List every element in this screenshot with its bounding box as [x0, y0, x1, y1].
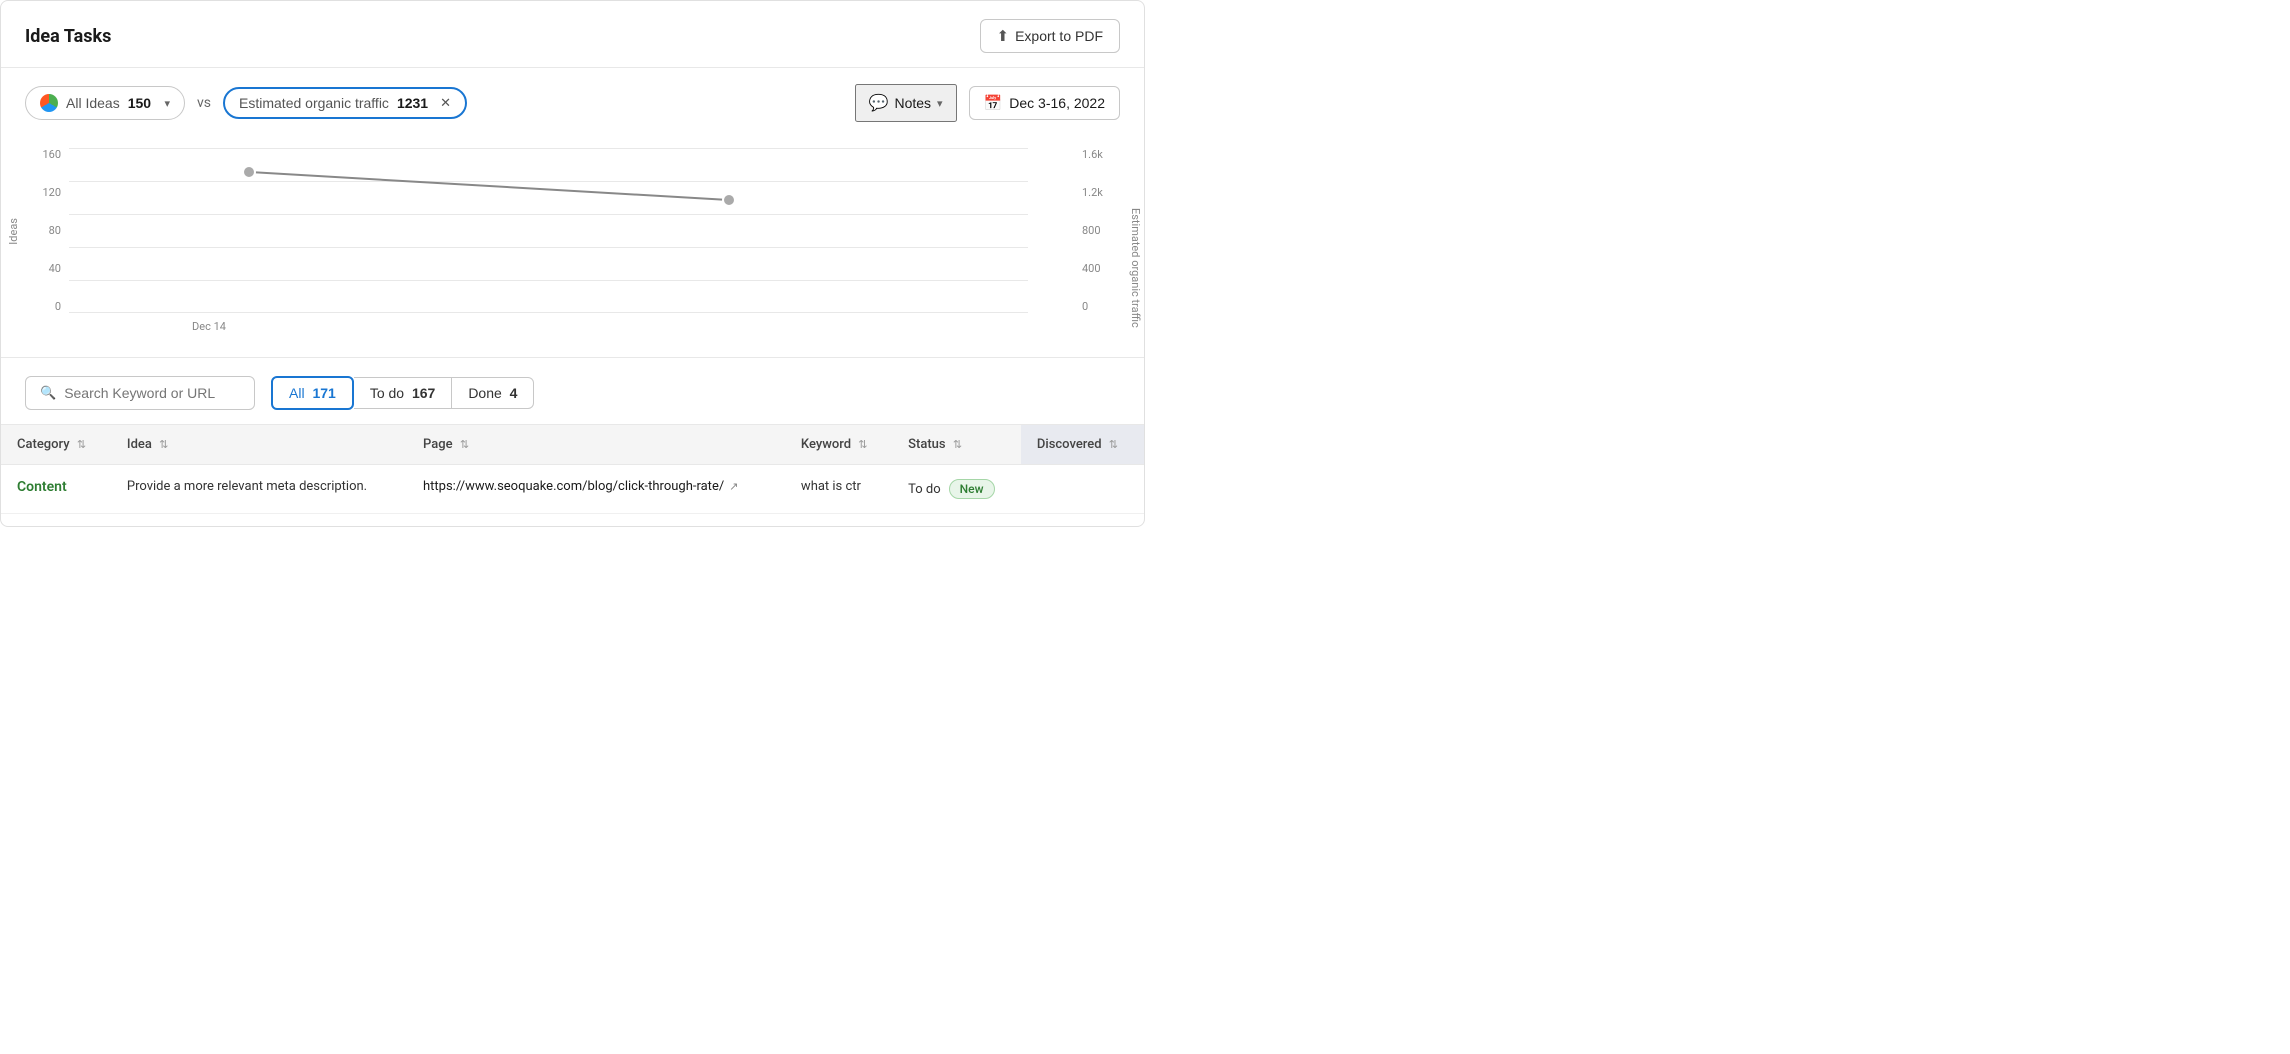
table-wrap: Category ⇅ Idea ⇅ Page ⇅ Keyword ⇅ Statu…: [1, 424, 1144, 514]
sort-icon-status: ⇅: [953, 438, 962, 451]
y-tick-80: 80: [49, 224, 61, 237]
export-label: Export to PDF: [1015, 28, 1103, 44]
col-discovered[interactable]: Discovered ⇅: [1021, 425, 1144, 465]
all-ideas-label: All Ideas: [66, 95, 120, 111]
search-box[interactable]: 🔍: [25, 376, 255, 410]
organic-axis-label: Estimated organic traffic: [1129, 208, 1142, 328]
tab-all-label: All: [289, 385, 305, 401]
semrush-icon: [40, 94, 58, 112]
cell-category: Content: [1, 465, 111, 514]
tab-todo-label: To do: [370, 385, 404, 401]
tab-done-label: Done: [468, 385, 501, 401]
sort-icon-idea: ⇅: [159, 438, 168, 451]
y-right-tick-16k: 1.6k: [1082, 148, 1103, 161]
notes-button[interactable]: 💬 Notes ▾: [855, 84, 957, 122]
ideas-axis-label: Ideas: [7, 218, 20, 245]
cell-keyword: what is ctr: [785, 465, 892, 514]
tab-done-count: 4: [510, 385, 518, 401]
col-idea[interactable]: Idea ⇅: [111, 425, 407, 465]
sort-icon-category: ⇅: [77, 438, 86, 451]
close-icon[interactable]: ✕: [440, 95, 451, 111]
status-text: To do: [908, 482, 941, 497]
page-title: Idea Tasks: [25, 26, 111, 47]
col-status[interactable]: Status ⇅: [892, 425, 1021, 465]
page-link[interactable]: https://www.seoquake.com/blog/click-thro…: [423, 479, 769, 494]
col-category[interactable]: Category ⇅: [1, 425, 111, 465]
y-tick-0: 0: [55, 300, 61, 313]
export-button[interactable]: ⬆ Export to PDF: [980, 19, 1121, 53]
y-tick-40: 40: [49, 262, 61, 275]
x-label-dec14: Dec 14: [99, 320, 319, 333]
y-tick-160: 160: [42, 148, 61, 161]
cell-discovered: [1021, 465, 1144, 514]
y-right-tick-800: 800: [1082, 224, 1101, 237]
sort-icon-keyword: ⇅: [858, 438, 867, 451]
date-label: Dec 3-16, 2022: [1009, 95, 1105, 111]
chevron-down-icon: ▾: [164, 97, 170, 110]
notes-icon: 💬: [869, 93, 889, 113]
filters-row: 🔍 All 171 To do 167 Done 4: [1, 358, 1144, 424]
category-content-label: Content: [17, 479, 67, 495]
organic-count: 1231: [397, 95, 428, 111]
col-keyword[interactable]: Keyword ⇅: [785, 425, 892, 465]
sort-icon-page: ⇅: [460, 438, 469, 451]
tab-todo[interactable]: To do 167: [354, 377, 453, 409]
col-page[interactable]: Page ⇅: [407, 425, 785, 465]
cell-page: https://www.seoquake.com/blog/click-thro…: [407, 465, 785, 514]
tab-group: All 171 To do 167 Done 4: [271, 376, 534, 410]
organic-traffic-button[interactable]: Estimated organic traffic 1231 ✕: [223, 87, 467, 119]
cell-status: To do New: [892, 465, 1021, 514]
y-right-tick-400: 400: [1082, 262, 1101, 275]
search-input[interactable]: [64, 385, 224, 401]
notes-chevron-icon: ▾: [937, 97, 943, 110]
export-icon: ⬆: [997, 27, 1010, 45]
sort-icon-discovered: ⇅: [1109, 438, 1118, 451]
tab-todo-count: 167: [412, 385, 435, 401]
y-tick-120: 120: [42, 186, 61, 199]
tab-all[interactable]: All 171: [271, 376, 354, 410]
tab-done[interactable]: Done 4: [452, 377, 534, 409]
search-icon: 🔍: [40, 386, 56, 401]
all-ideas-dropdown[interactable]: All Ideas 150 ▾: [25, 86, 185, 120]
tab-all-count: 171: [312, 385, 335, 401]
y-right-tick-0: 0: [1082, 300, 1088, 313]
ideas-table: Category ⇅ Idea ⇅ Page ⇅ Keyword ⇅ Statu…: [1, 424, 1144, 514]
chart-area: 160 120 80 40 0: [1, 138, 1144, 358]
controls-row: All Ideas 150 ▾ vs Estimated organic tra…: [1, 68, 1144, 138]
all-ideas-count: 150: [128, 95, 151, 111]
date-range-button[interactable]: 📅 Dec 3-16, 2022: [969, 86, 1120, 120]
status-cell: To do New: [908, 479, 1005, 499]
cell-idea: Provide a more relevant meta description…: [111, 465, 407, 514]
page-header: Idea Tasks ⬆ Export to PDF: [1, 1, 1144, 68]
notes-label: Notes: [894, 95, 931, 111]
organic-label: Estimated organic traffic: [239, 95, 389, 111]
table-row: Content Provide a more relevant meta des…: [1, 465, 1144, 514]
calendar-icon: 📅: [984, 94, 1003, 112]
external-link-icon: ↗: [729, 480, 738, 493]
vs-label: vs: [197, 95, 211, 111]
new-badge: New: [949, 479, 995, 499]
y-right-tick-12k: 1.2k: [1082, 186, 1103, 199]
